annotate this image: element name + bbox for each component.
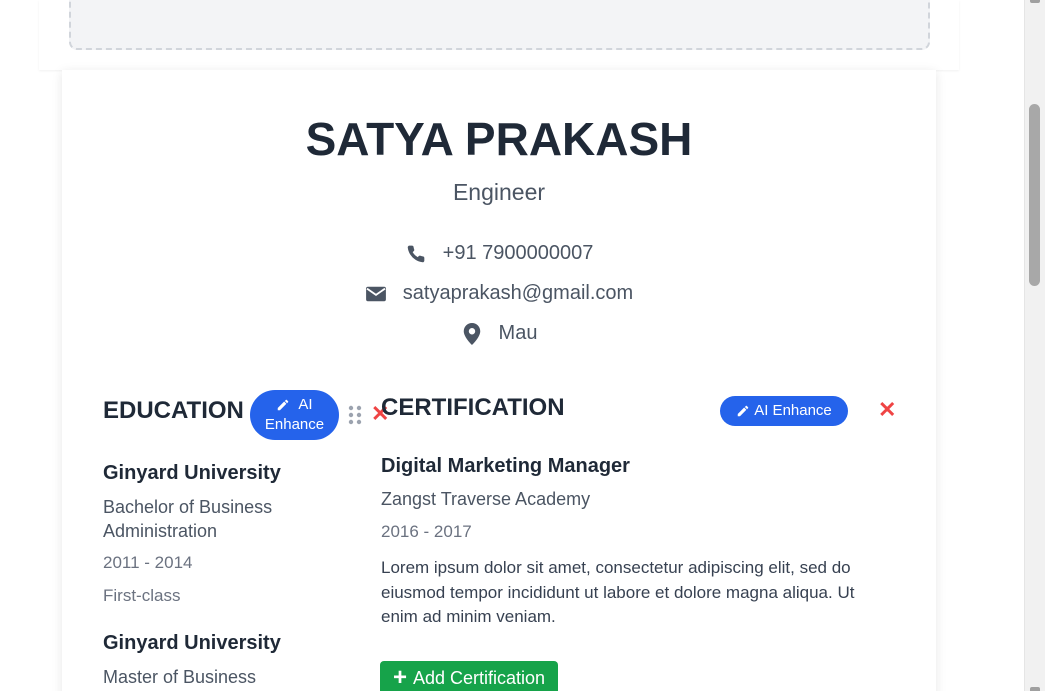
education-years[interactable]: 2011 - 2014: [103, 553, 192, 573]
drag-handle-icon[interactable]: [348, 405, 362, 425]
scroll-up-arrow-icon[interactable]: [1030, 0, 1040, 3]
contact-email: satyaprakash@gmail.com: [62, 282, 936, 305]
email-text[interactable]: satyaprakash@gmail.com: [403, 282, 633, 305]
resume-title[interactable]: Engineer: [62, 179, 936, 206]
contact-phone: +91 7900000007: [62, 242, 936, 265]
location-text[interactable]: Mau: [499, 322, 538, 345]
page-scrollbar[interactable]: [1024, 0, 1045, 691]
scrollbar-thumb[interactable]: [1029, 104, 1040, 286]
education-degree[interactable]: Master of Business: [103, 665, 293, 689]
plus-icon: +: [392, 664, 407, 691]
pencil-icon: [278, 399, 289, 411]
certification-heading: CERTIFICATION: [381, 394, 565, 421]
ai-enhance-label: AI Enhance: [754, 402, 832, 419]
resume-builder-viewport: SATYA PRAKASH Engineer +91 7900000007 sa…: [0, 0, 1045, 691]
education-grade[interactable]: First-class: [103, 586, 180, 606]
education-degree[interactable]: Bachelor of Business Administration: [103, 495, 293, 543]
certification-years[interactable]: 2016 - 2017: [381, 522, 472, 542]
pencil-icon: [737, 405, 749, 417]
education-heading: EDUCATION: [103, 397, 244, 424]
resume-preview: SATYA PRAKASH Engineer +91 7900000007 sa…: [62, 70, 936, 691]
upper-panel: [39, 0, 959, 70]
add-certification-button[interactable]: + Add Certification: [380, 661, 558, 691]
ai-enhance-label-line1: AI: [298, 396, 313, 413]
certification-description[interactable]: Lorem ipsum dolor sit amet, consectetur …: [381, 556, 881, 630]
certification-title[interactable]: Digital Marketing Manager: [381, 455, 630, 478]
add-certification-label: Add Certification: [412, 667, 546, 688]
scroll-down-arrow-icon[interactable]: [1030, 687, 1040, 691]
ai-enhance-label-line2: Enhance: [264, 416, 325, 433]
envelope-icon: [365, 283, 387, 305]
certification-ai-enhance-button[interactable]: AI Enhance: [720, 396, 848, 426]
education-school[interactable]: Ginyard University: [103, 462, 281, 485]
phone-icon: [405, 243, 427, 265]
map-pin-icon: [461, 322, 483, 345]
contact-location: Mau: [62, 322, 936, 345]
education-ai-enhance-button[interactable]: AI Enhance: [250, 390, 339, 440]
resume-name[interactable]: SATYA PRAKASH: [62, 112, 936, 166]
certification-organization[interactable]: Zangst Traverse Academy: [381, 489, 590, 510]
phone-text[interactable]: +91 7900000007: [443, 242, 594, 265]
upload-dropzone[interactable]: [69, 0, 930, 50]
education-school[interactable]: Ginyard University: [103, 632, 281, 655]
remove-certification-close-icon[interactable]: ✕: [878, 399, 896, 421]
